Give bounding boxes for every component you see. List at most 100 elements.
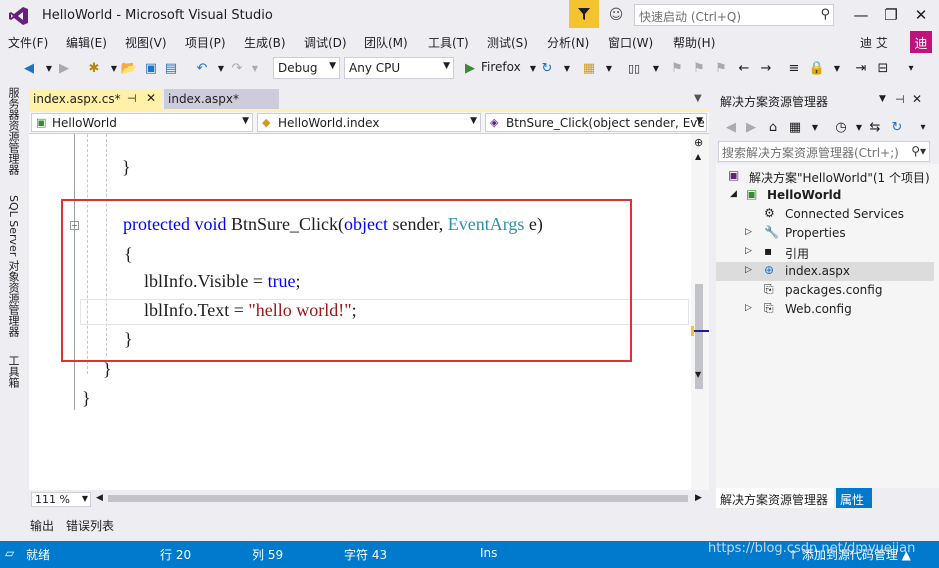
comment-icon[interactable]: ≡: [785, 59, 803, 77]
tab-index-aspx[interactable]: index.aspx*: [164, 89, 279, 109]
expand-arrow-icon[interactable]: ▷: [745, 227, 752, 237]
tree-item-project[interactable]: ◢ ▣ HelloWorld: [716, 186, 934, 205]
tab-error-list[interactable]: 错误列表: [66, 517, 114, 534]
tab-overflow-icon[interactable]: ▼: [694, 93, 702, 104]
tab-solution-explorer[interactable]: 解决方案资源管理器: [716, 488, 834, 508]
tree-item-solution[interactable]: ▣ 解决方案"HelloWorld"(1 个项目): [716, 167, 934, 186]
new-project-icon[interactable]: ✱: [85, 59, 103, 77]
close-button[interactable]: ✕: [906, 2, 936, 28]
open-file-icon[interactable]: 📂: [120, 59, 138, 77]
horizontal-scrollbar-thumb[interactable]: [108, 495, 688, 502]
menu-debug[interactable]: 调试(D): [304, 34, 347, 51]
scroll-up-icon[interactable]: ▲: [695, 152, 701, 161]
menu-bar: 文件(F) 编辑(E) 视图(V) 项目(P) 生成(B) 调试(D) 团队(M…: [0, 31, 939, 53]
pin-icon[interactable]: ⊣: [127, 92, 137, 105]
notifications-filter-icon[interactable]: [569, 0, 599, 28]
solution-configuration-select[interactable]: Debug ▼: [273, 57, 340, 79]
save-all-icon[interactable]: ▤: [162, 59, 180, 77]
solution-explorer-search-input[interactable]: 搜索解决方案资源管理器(Ctrl+;) ⚲▾: [718, 141, 930, 162]
indent-icon[interactable]: ⇥: [852, 59, 870, 77]
browser-link-dropdown-icon[interactable]: ▼: [600, 59, 618, 77]
switch-views-icon[interactable]: ▦: [786, 118, 804, 136]
server-explorer-tab[interactable]: 服务器资源管理器: [5, 87, 21, 175]
menu-tools[interactable]: 工具(T): [428, 34, 469, 51]
split-icon[interactable]: ⊕: [694, 136, 703, 149]
class-select[interactable]: ◆ HelloWorld.index ▼: [257, 113, 481, 132]
home-icon[interactable]: ⌂: [764, 118, 782, 136]
arrow-right-icon[interactable]: →: [757, 59, 775, 77]
menu-view[interactable]: 视图(V): [125, 34, 167, 51]
restore-button[interactable]: ❐: [876, 2, 906, 28]
save-icon[interactable]: ▣: [142, 59, 160, 77]
toolbar-options-icon[interactable]: ▾: [902, 59, 920, 77]
zoom-select[interactable]: 111 % ▼: [31, 492, 91, 507]
menu-help[interactable]: 帮助(H): [673, 34, 715, 51]
navigate-back-icon[interactable]: ◀: [20, 59, 38, 77]
user-name[interactable]: 迪 艾: [860, 34, 888, 51]
tab-index-aspx-cs[interactable]: index.aspx.cs* ⊣ ✕: [29, 89, 162, 110]
member-select[interactable]: ◈ BtnSure_Click(object sender, Eve ▼: [485, 113, 707, 132]
bookmark-prev-icon[interactable]: ⚑: [690, 59, 708, 77]
feedback-icon[interactable]: ☺: [604, 4, 628, 26]
toolbar-overflow-icon[interactable]: ▾: [914, 118, 932, 136]
menu-team[interactable]: 团队(M): [364, 34, 408, 51]
panel-options-icon[interactable]: ▼: [879, 94, 886, 104]
expand-arrow-icon[interactable]: ▷: [745, 303, 752, 313]
back-icon[interactable]: ◀: [722, 118, 740, 136]
step-dropdown-icon[interactable]: ▼: [647, 59, 665, 77]
refresh-dropdown-icon[interactable]: ▼: [558, 59, 576, 77]
expand-arrow-icon[interactable]: ◢: [730, 189, 737, 199]
tab-output[interactable]: 输出: [30, 517, 54, 534]
close-icon[interactable]: ✕: [912, 92, 922, 106]
scroll-left-icon[interactable]: ◀: [96, 493, 103, 503]
bookmark-icon[interactable]: ⚑: [668, 59, 686, 77]
project-select[interactable]: ▣ HelloWorld ▼: [31, 113, 253, 132]
scroll-right-icon[interactable]: ▶: [695, 493, 702, 503]
tree-item-web-config[interactable]: ▷ ⎘ Web.config: [716, 300, 934, 319]
pin-icon[interactable]: ⊣: [895, 93, 905, 106]
user-avatar[interactable]: 迪: [910, 31, 932, 53]
redo-icon[interactable]: ↷: [228, 59, 246, 77]
scroll-down-icon[interactable]: ▼: [695, 370, 701, 379]
start-debugging-icon[interactable]: ▶: [461, 59, 479, 77]
navigate-forward-icon[interactable]: ▶: [55, 59, 73, 77]
run-target-label[interactable]: Firefox: [481, 60, 521, 74]
minimize-button[interactable]: —: [846, 2, 876, 28]
pending-changes-filter-icon[interactable]: ◷: [832, 118, 850, 136]
switch-views-dropdown-icon[interactable]: ▼: [806, 118, 824, 136]
step-icon[interactable]: ▯▯: [625, 59, 643, 77]
menu-file[interactable]: 文件(F): [8, 34, 48, 51]
format-icon[interactable]: ⊟: [874, 59, 892, 77]
solution-platform-select[interactable]: Any CPU ▼: [344, 57, 454, 79]
refresh-icon[interactable]: ↻: [888, 118, 906, 136]
sync-icon[interactable]: ⇆: [866, 118, 884, 136]
tree-item-references[interactable]: ▷ ▪ 引用: [716, 243, 934, 262]
arrow-left-icon[interactable]: ←: [735, 59, 753, 77]
menu-analyze[interactable]: 分析(N): [547, 34, 589, 51]
toolbox-tab[interactable]: 工具箱: [5, 355, 21, 388]
redo-dropdown-icon[interactable]: ▼: [246, 59, 264, 77]
tree-item-connected-services[interactable]: ⚙ Connected Services: [716, 205, 934, 224]
menu-build[interactable]: 生成(B): [244, 34, 286, 51]
vertical-scrollbar[interactable]: ⊕ ▲ ▼: [691, 134, 709, 490]
quick-launch-input[interactable]: 快速启动 (Ctrl+Q) ⚲: [634, 4, 834, 26]
close-icon[interactable]: ✕: [146, 91, 156, 105]
tree-item-index-aspx[interactable]: ▷ ⊕ index.aspx: [716, 262, 934, 281]
browser-link-icon[interactable]: ▦: [580, 59, 598, 77]
forward-icon[interactable]: ▶: [742, 118, 760, 136]
menu-test[interactable]: 测试(S): [487, 34, 528, 51]
sql-server-explorer-tab[interactable]: SQL Server 对象资源管理器: [5, 195, 21, 337]
tab-properties[interactable]: 属性: [836, 488, 872, 508]
undo-icon[interactable]: ↶: [193, 59, 211, 77]
menu-window[interactable]: 窗口(W): [608, 34, 653, 51]
tree-item-packages-config[interactable]: ⎘ packages.config: [716, 281, 934, 300]
expand-arrow-icon[interactable]: ▷: [745, 265, 752, 275]
menu-edit[interactable]: 编辑(E): [66, 34, 107, 51]
toolbar-overflow-icon[interactable]: ▼: [828, 59, 846, 77]
refresh-icon[interactable]: ↻: [538, 59, 556, 77]
menu-project[interactable]: 项目(P): [185, 34, 226, 51]
bookmark-next-icon[interactable]: ⚑: [712, 59, 730, 77]
lock-icon[interactable]: 🔒: [808, 59, 826, 77]
expand-arrow-icon[interactable]: ▷: [745, 246, 752, 256]
tree-item-properties[interactable]: ▷ 🔧 Properties: [716, 224, 934, 243]
